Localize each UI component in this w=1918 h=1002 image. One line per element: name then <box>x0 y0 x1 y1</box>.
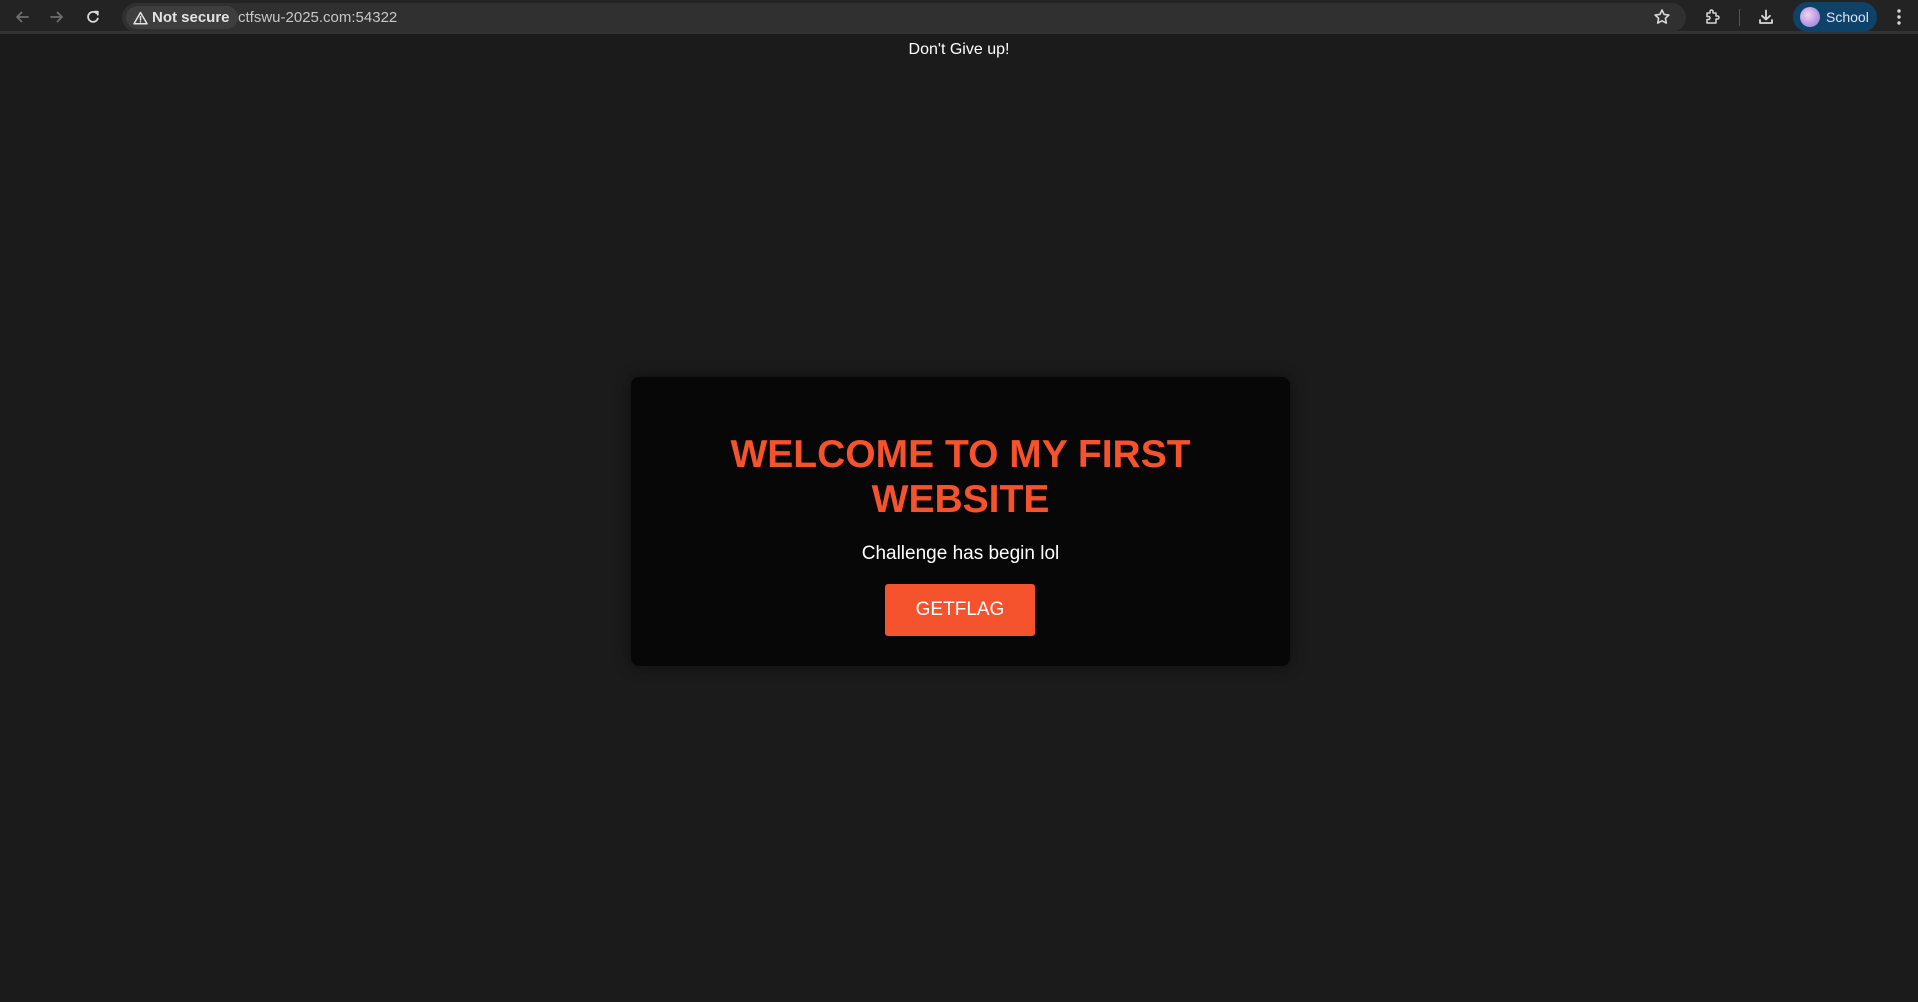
extensions-icon <box>1706 9 1720 24</box>
page-title: WELCOME TO MY FIRST WEBSITE <box>730 433 1191 521</box>
page-header-text: Don't Give up! <box>908 41 1010 58</box>
browser-toolbar: Not secure ctfswu-2025.com:54322 School <box>0 0 1918 34</box>
download-icon <box>1759 9 1773 24</box>
forward-arrow-icon <box>50 11 63 23</box>
forward-button[interactable] <box>44 4 70 30</box>
menu-button[interactable] <box>1886 4 1912 30</box>
extensions-button[interactable] <box>1700 4 1726 30</box>
profile-name: School <box>1826 9 1869 25</box>
welcome-card: WELCOME TO MY FIRST WEBSITE Challenge ha… <box>631 377 1290 666</box>
toolbar-separator <box>1739 9 1740 26</box>
reload-icon <box>87 10 99 23</box>
warning-icon <box>133 11 148 25</box>
back-button[interactable] <box>9 4 35 30</box>
reload-button[interactable] <box>80 4 106 30</box>
star-icon <box>1654 9 1670 24</box>
bookmark-button[interactable] <box>1650 5 1674 29</box>
downloads-button[interactable] <box>1753 4 1779 30</box>
card-subtitle: Challenge has begin lol <box>861 543 1060 564</box>
security-indicator[interactable]: Not secure <box>126 6 238 29</box>
getflag-button[interactable]: GETFLAG <box>885 584 1035 636</box>
address-bar[interactable]: Not secure ctfswu-2025.com:54322 <box>122 3 1686 32</box>
url-text[interactable]: ctfswu-2025.com:54322 <box>238 9 397 26</box>
back-arrow-icon <box>16 11 29 23</box>
more-vert-icon <box>1897 9 1901 25</box>
profile-button[interactable]: School <box>1793 2 1877 32</box>
avatar <box>1800 7 1820 27</box>
security-label: Not secure <box>152 9 230 26</box>
